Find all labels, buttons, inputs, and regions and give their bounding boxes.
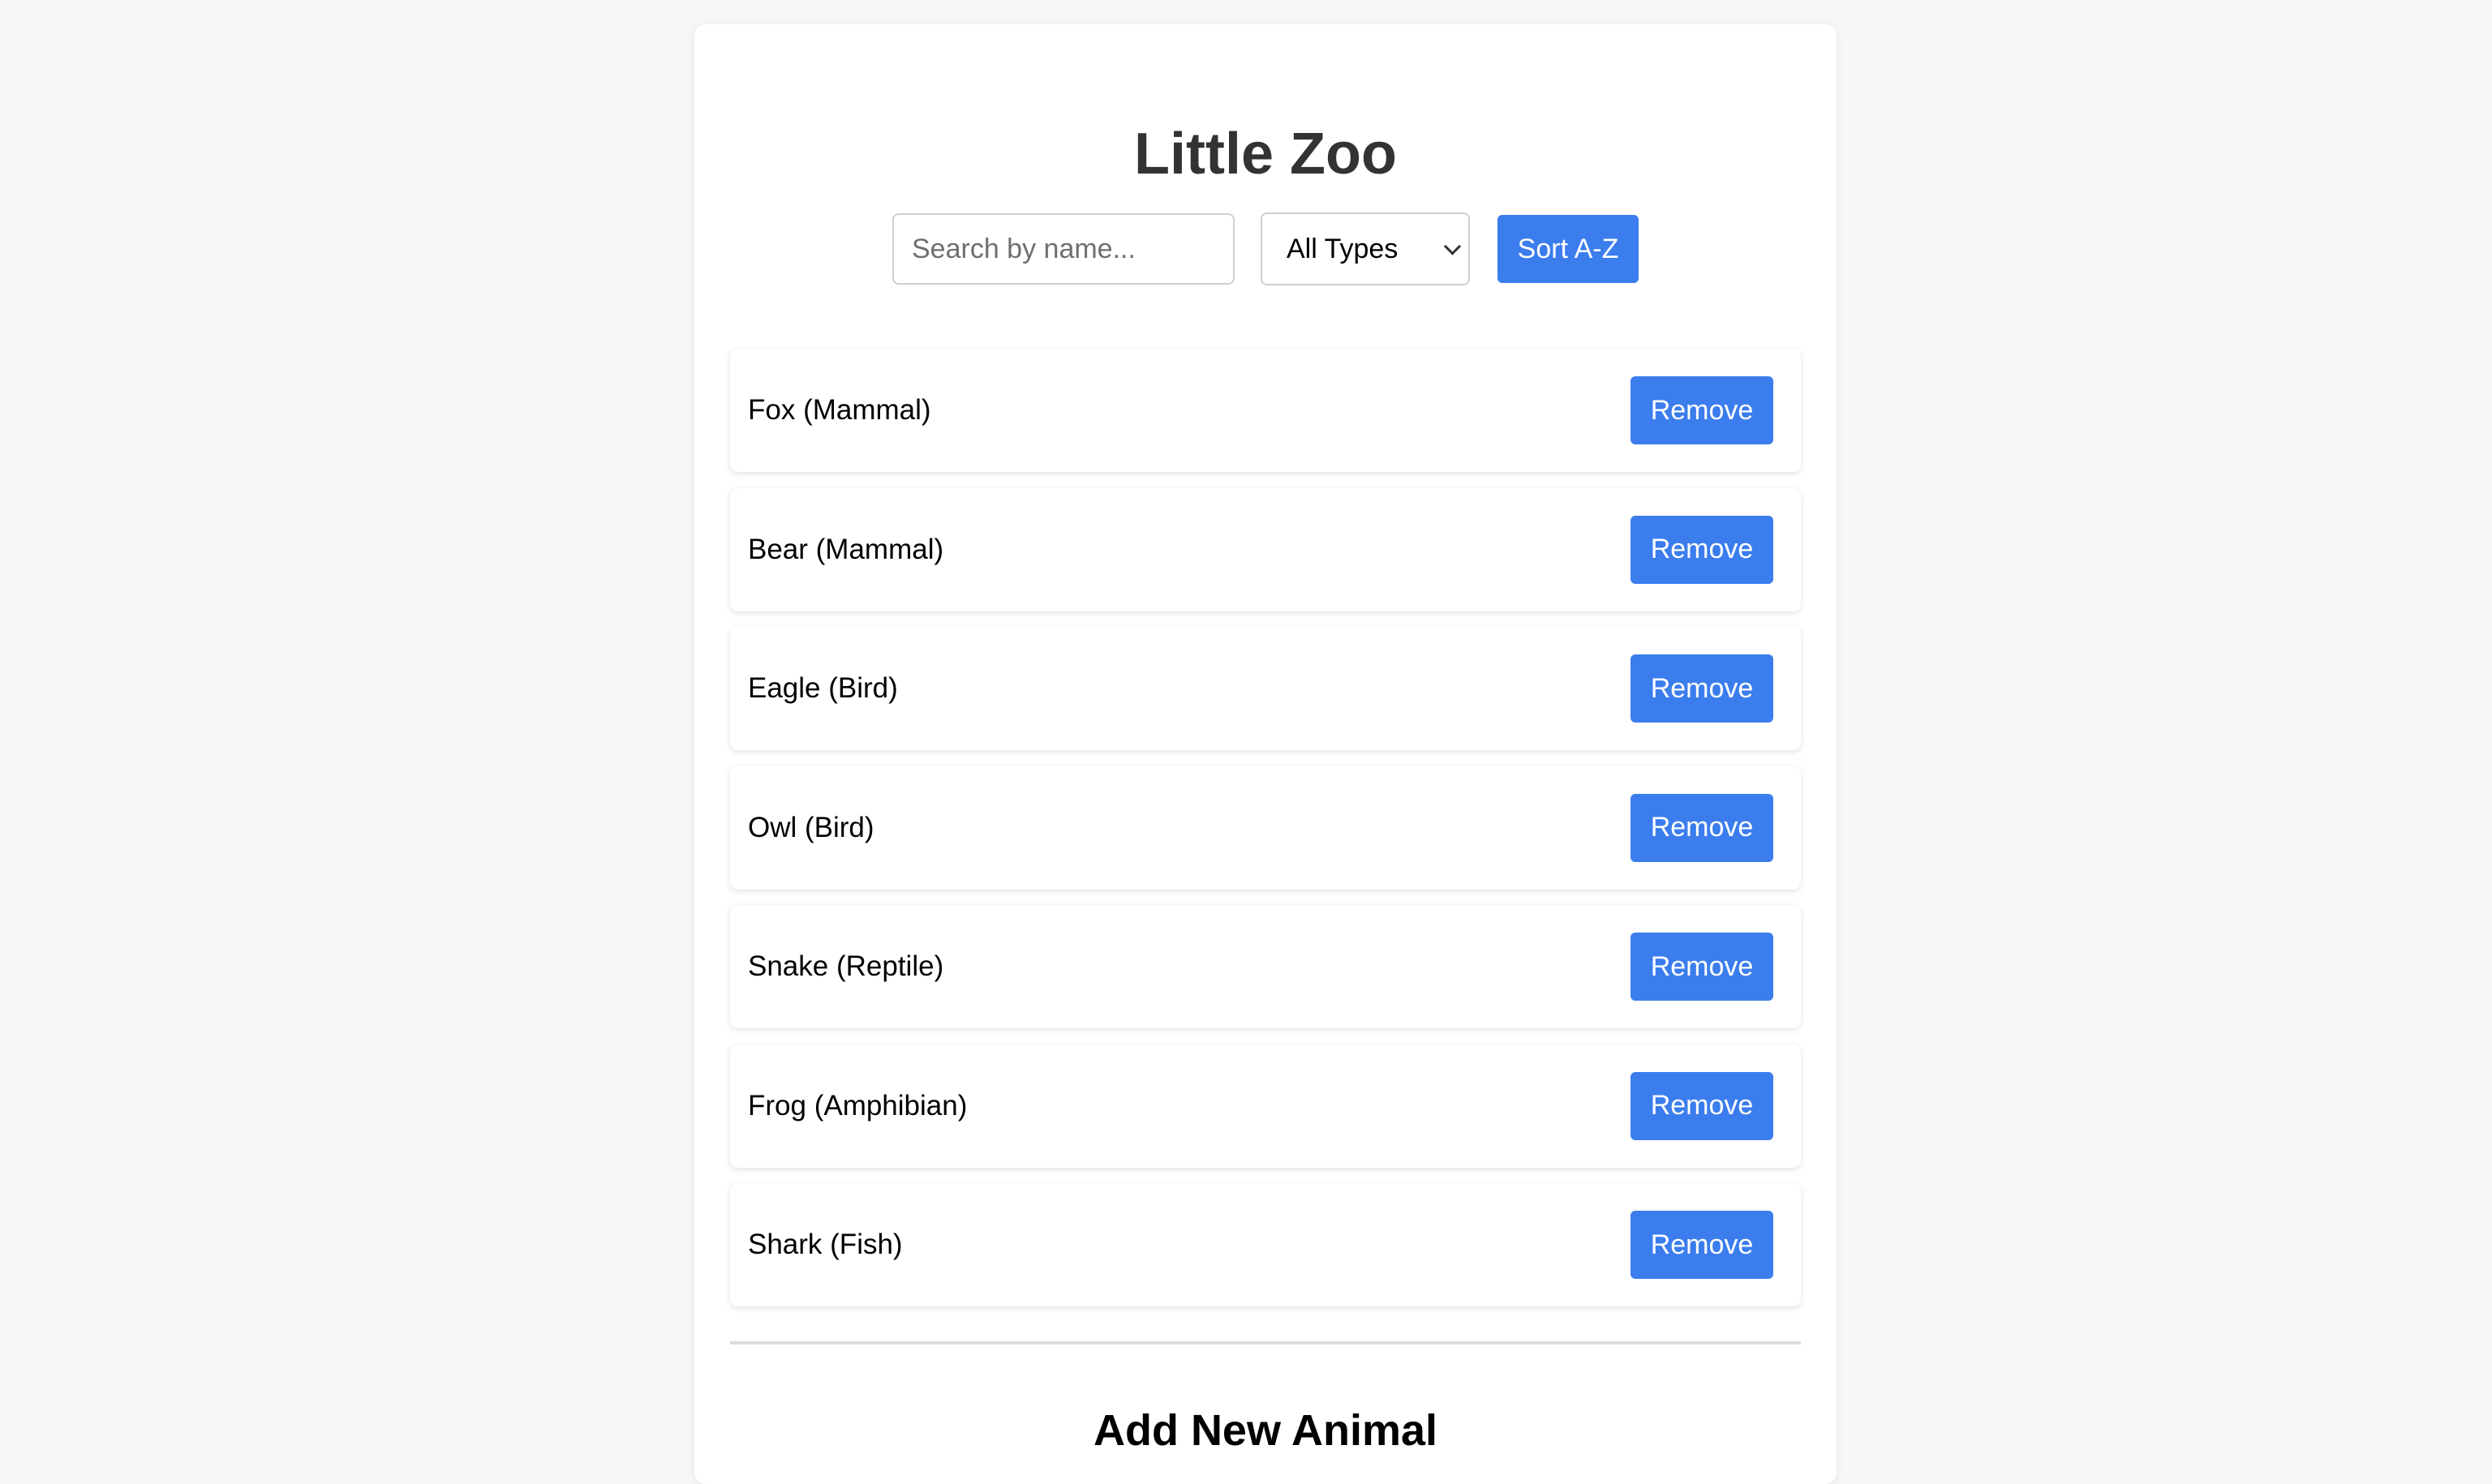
remove-button[interactable]: Remove <box>1631 793 1773 862</box>
animal-label: Fox (Mammal) <box>748 394 931 426</box>
search-input[interactable] <box>892 213 1235 285</box>
remove-button[interactable]: Remove <box>1631 376 1773 444</box>
page-title: Little Zoo <box>1134 122 1397 187</box>
list-item: Fox (Mammal) Remove <box>730 349 1801 472</box>
animal-label: Frog (Amphibian) <box>748 1089 968 1122</box>
type-filter-value: All Types <box>1287 233 1399 264</box>
remove-button[interactable]: Remove <box>1631 515 1773 584</box>
zoo-card: Little Zoo All Types Sort A-Z Fox (Mamma… <box>694 24 1837 1484</box>
remove-button[interactable]: Remove <box>1631 654 1773 723</box>
list-item: Eagle (Bird) Remove <box>730 627 1801 750</box>
animal-label: Bear (Mammal) <box>748 533 944 565</box>
section-divider <box>730 1341 1801 1345</box>
animal-label: Shark (Fish) <box>748 1229 903 1260</box>
type-filter-select[interactable]: All Types <box>1261 212 1470 285</box>
list-item: Snake (Reptile) Remove <box>730 905 1801 1028</box>
sort-az-button[interactable]: Sort A-Z <box>1497 215 1639 283</box>
animal-label: Eagle (Bird) <box>748 672 898 704</box>
list-item: Owl (Bird) Remove <box>730 766 1801 890</box>
chevron-down-icon <box>1443 238 1462 255</box>
controls-bar: All Types Sort A-Z <box>892 212 1639 285</box>
animal-label: Snake (Reptile) <box>748 950 944 982</box>
add-animal-heading: Add New Animal <box>1093 1406 1438 1455</box>
remove-button[interactable]: Remove <box>1631 1071 1773 1140</box>
remove-button[interactable]: Remove <box>1631 933 1773 1001</box>
list-item: Shark (Fish) Remove <box>730 1183 1801 1306</box>
list-item: Bear (Mammal) Remove <box>730 487 1801 611</box>
animal-list: Fox (Mammal) Remove Bear (Mammal) Remove… <box>730 349 1801 1323</box>
list-item: Frog (Amphibian) Remove <box>730 1044 1801 1168</box>
remove-button[interactable]: Remove <box>1631 1211 1773 1279</box>
animal-label: Owl (Bird) <box>748 811 874 843</box>
